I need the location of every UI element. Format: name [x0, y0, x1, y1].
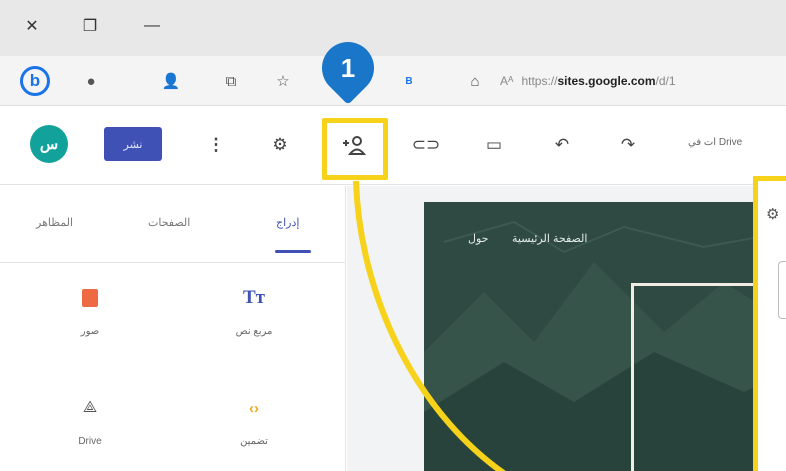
active-tab-indicator	[275, 250, 311, 253]
share-button-highlight	[322, 118, 388, 180]
insert-images[interactable]: صور	[40, 284, 140, 337]
profile-icon: 👤	[161, 73, 181, 90]
text-box-icon: Tт	[242, 287, 265, 308]
insert-item-label: تضمين	[240, 436, 268, 447]
undo-icon: ↶	[554, 135, 570, 154]
avatar-initials: س	[39, 136, 59, 153]
read-aloud-icon[interactable]: Aᴬ	[500, 74, 513, 88]
settings-button[interactable]: ⚙	[266, 131, 294, 159]
copy-link-button[interactable]: ⊂⊃	[411, 131, 441, 159]
embed-icon: ‹›	[249, 399, 259, 417]
url-host: sites.google.com	[557, 74, 656, 88]
undo-button[interactable]: ↶	[548, 131, 576, 159]
b-extension-label: B	[405, 75, 413, 87]
minimize-icon: —	[144, 17, 160, 34]
window-titlebar: ✕ ❐ —	[0, 0, 786, 56]
browser-toolbar: b ● 👤 ⧉ ☆ B ⌂ Aᴬ https://sites.google.co…	[0, 56, 786, 106]
insert-item-label: مربع نص	[235, 326, 273, 337]
url-prefix: https://	[521, 74, 558, 88]
close-icon: ✕	[25, 18, 39, 35]
favorites-button[interactable]: ☆	[270, 68, 296, 94]
share-dialog-panel: ⚙	[753, 176, 786, 471]
restore-window-button[interactable]: ❐	[78, 14, 102, 38]
shopping-button[interactable]: ⌂	[462, 68, 488, 94]
tab-insert[interactable]: إدراج	[276, 216, 299, 229]
redo-icon: ↷	[620, 135, 636, 154]
address-bar[interactable]: Aᴬ https://sites.google.com/d/1	[500, 70, 676, 92]
preview-button[interactable]: ▭	[480, 131, 508, 159]
close-window-button[interactable]: ✕	[20, 14, 44, 38]
url-path: /d/1	[655, 74, 676, 88]
collections-icon: ⧉	[225, 72, 237, 90]
redo-button[interactable]: ↷	[614, 131, 642, 159]
insert-drive[interactable]: ⟁ Drive	[40, 394, 140, 447]
minimize-window-button[interactable]: —	[140, 14, 164, 38]
extension-icon: ●	[86, 72, 96, 90]
profile-button[interactable]: 👤	[158, 68, 184, 94]
sites-editor-toolbar: س نشر ⋮ ⚙ ⊂⊃ ▭ ↶ ↷ ات في Drive	[0, 107, 786, 185]
publish-button[interactable]: نشر	[104, 127, 162, 161]
gear-icon[interactable]: ⚙	[766, 205, 779, 223]
devices-icon: ▭	[485, 135, 503, 154]
share-input-field[interactable]	[778, 261, 786, 319]
nav-home-link[interactable]: الصفحة الرئيسية	[512, 232, 587, 245]
more-vert-icon: ⋮	[207, 135, 225, 154]
more-options-button[interactable]: ⋮	[202, 131, 230, 159]
restore-icon: ❐	[82, 18, 98, 35]
link-icon: ⊂⊃	[411, 135, 441, 154]
images-icon	[40, 284, 140, 312]
tab-themes[interactable]: المظاهر	[36, 216, 73, 229]
tab-pages[interactable]: الصفحات	[148, 216, 190, 229]
bing-logo-icon: b	[29, 71, 41, 90]
favorites-icon: ☆	[276, 73, 290, 90]
gear-icon: ⚙	[272, 135, 288, 154]
extension-button[interactable]: ●	[78, 68, 104, 94]
account-avatar[interactable]: س	[30, 125, 68, 163]
insert-side-panel: إدراج الصفحات المظاهر Tт مربع نص صور ‹› …	[0, 186, 346, 471]
insert-embed[interactable]: ‹› تضمين	[204, 394, 304, 448]
insert-item-label: صور	[80, 326, 100, 337]
title-placeholder-frame[interactable]	[631, 283, 761, 471]
insert-item-label: Drive	[78, 436, 102, 447]
drive-save-status: ات في Drive	[688, 137, 743, 148]
site-header-section[interactable]: الصفحة الرئيسية حول	[424, 202, 786, 471]
drive-icon: ⟁	[82, 399, 98, 416]
nav-about-link[interactable]: حول	[468, 232, 488, 245]
bing-copilot-button[interactable]: b	[20, 66, 50, 96]
shopping-icon: ⌂	[470, 72, 480, 90]
insert-text-box[interactable]: Tт مربع نص	[204, 284, 304, 337]
collections-button[interactable]: ⧉	[218, 68, 244, 94]
step-number: 1	[340, 52, 356, 83]
screenshot-stage: ✕ ❐ — b ● 👤 ⧉ ☆ B ⌂ Aᴬ https://sites.goo…	[0, 0, 786, 471]
url-text: https://sites.google.com/d/1	[521, 74, 675, 88]
b-extension-button[interactable]: B	[396, 68, 422, 94]
tab-divider	[0, 262, 346, 263]
